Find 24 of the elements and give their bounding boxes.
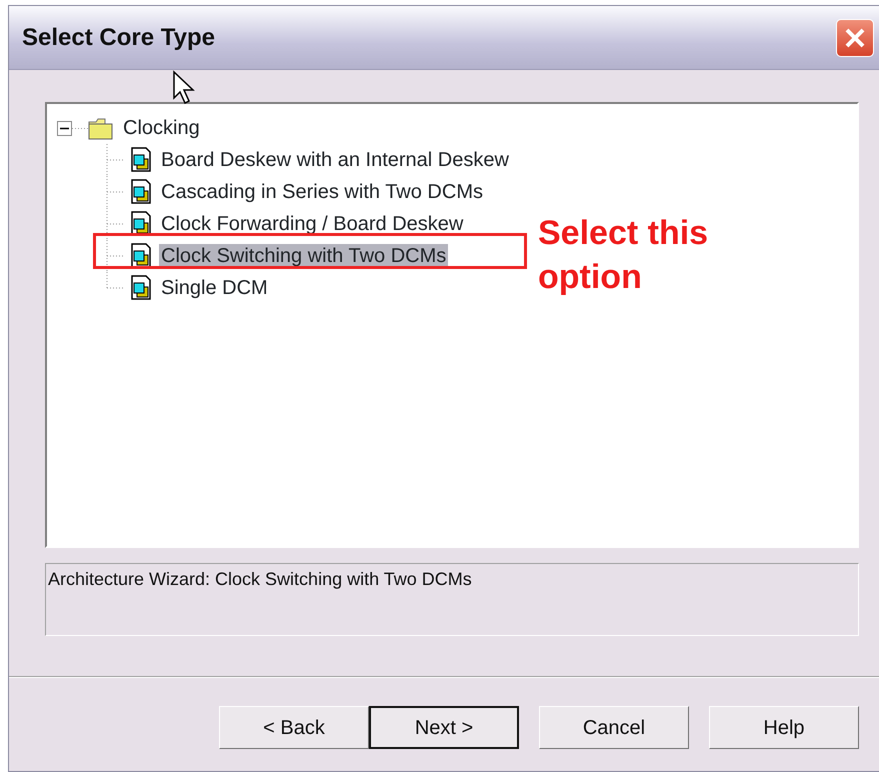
close-button[interactable]	[836, 18, 874, 56]
tree-item[interactable]: Cascading in Series with Two DCMs	[159, 180, 485, 204]
document-icon	[130, 147, 152, 173]
tree-line	[106, 144, 124, 176]
wizard-button[interactable]: < Back	[219, 706, 369, 749]
wizard-button[interactable]: Help	[709, 706, 859, 749]
tree-item[interactable]: Clocking	[121, 116, 202, 140]
tree-item[interactable]: Single DCM	[159, 276, 270, 300]
close-icon	[844, 26, 866, 48]
folder-icon	[88, 116, 113, 140]
window-title: Select Core Type	[22, 22, 216, 52]
tree-item[interactable]: Board Deskew with an Internal Deskew	[159, 148, 511, 172]
tree-line	[106, 208, 124, 240]
document-icon	[130, 275, 152, 301]
document-icon	[130, 179, 152, 205]
wizard-button[interactable]: Next >	[369, 706, 519, 749]
description-text: Architecture Wizard: Clock Switching with Two DCMs	[45, 563, 859, 636]
tree-line	[106, 176, 124, 208]
annotation-text: Select this option	[538, 213, 710, 298]
tree-item[interactable]: Clock Forwarding / Board Deskew	[159, 212, 466, 236]
collapse-icon[interactable]	[57, 120, 72, 136]
document-icon	[130, 243, 152, 269]
tree-item[interactable]: Clock Switching with Two DCMs	[159, 244, 448, 268]
wizard-button[interactable]: Cancel	[539, 706, 689, 749]
